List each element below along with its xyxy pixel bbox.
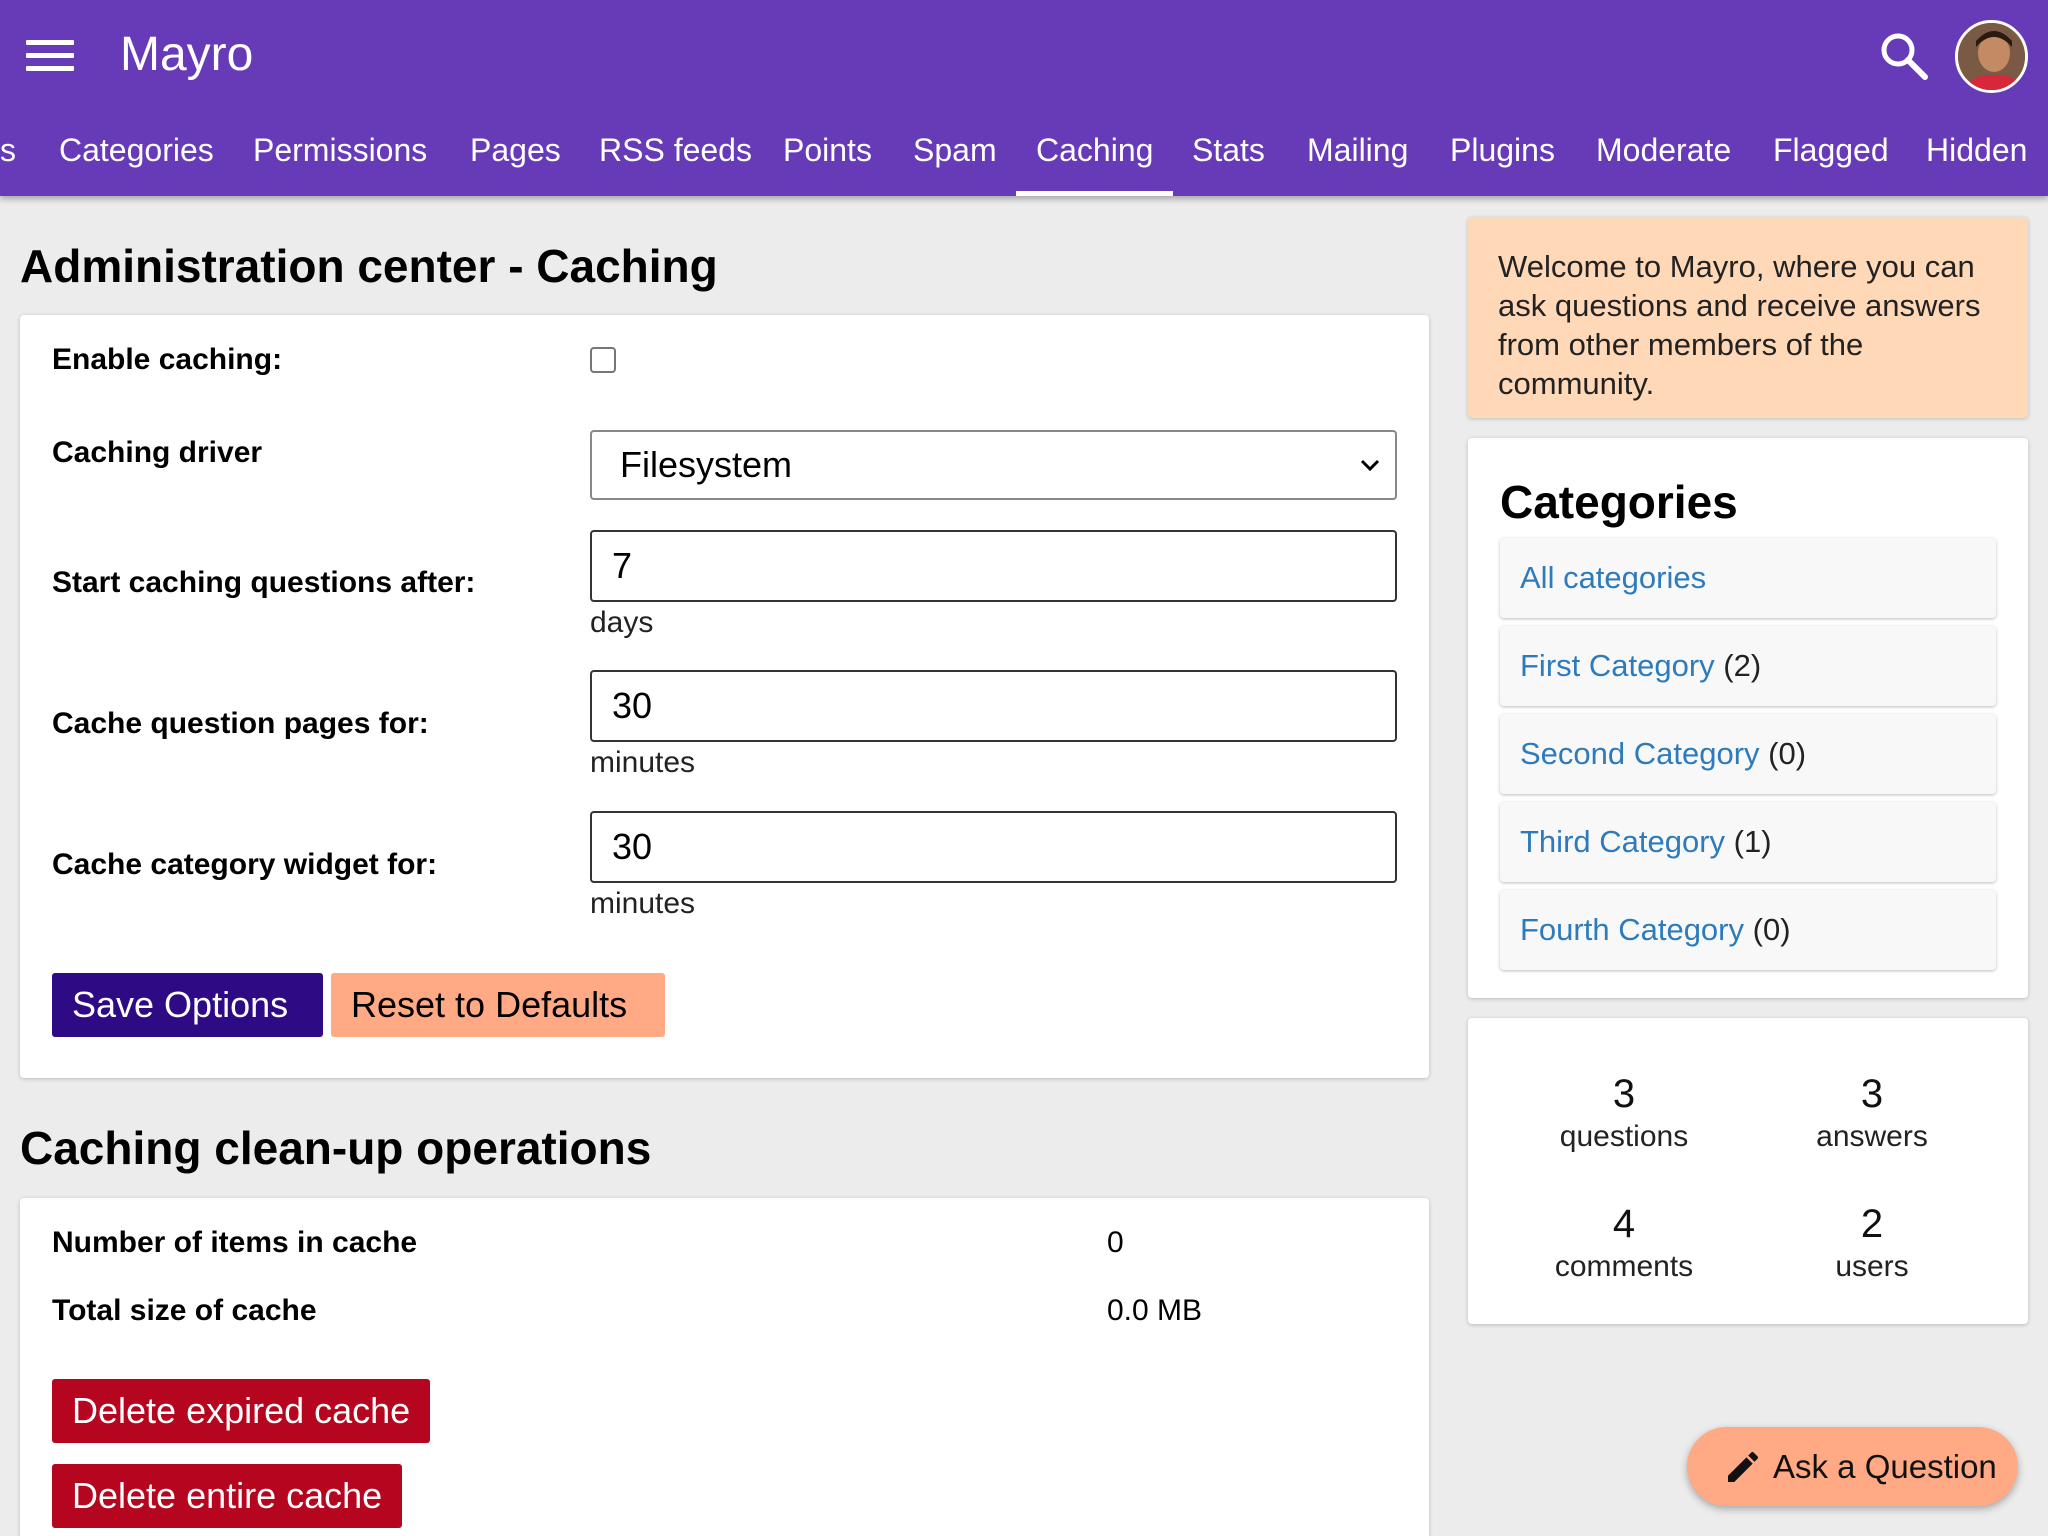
stat-label: comments: [1554, 1250, 1694, 1283]
stat-label: users: [1835, 1250, 1909, 1283]
enable-caching-label: Enable caching:: [52, 343, 283, 376]
category-item-third[interactable]: Third Category (1): [1500, 802, 1996, 882]
stat-value: 4: [1612, 1202, 1636, 1246]
cache-widget-input[interactable]: 30: [590, 811, 1397, 883]
search-icon[interactable]: [1878, 30, 1930, 82]
tab-points[interactable]: Points: [763, 128, 892, 196]
start-caching-unit: days: [590, 606, 654, 639]
ask-question-label: Ask a Question: [1773, 1448, 1997, 1485]
items-in-cache-value: 0: [1107, 1226, 1124, 1259]
category-link[interactable]: Fourth Category: [1520, 912, 1744, 947]
start-caching-input[interactable]: 7: [590, 530, 1397, 602]
cache-widget-unit: minutes: [590, 887, 696, 920]
tab-spam[interactable]: Spam: [893, 128, 1017, 196]
category-count: (0): [1768, 736, 1807, 771]
tab-flagged[interactable]: Flagged: [1753, 128, 1909, 196]
stat-value: 3: [1612, 1072, 1636, 1116]
category-link[interactable]: First Category: [1520, 648, 1715, 683]
cache-pages-label: Cache question pages for:: [52, 707, 429, 740]
admin-nav-tabs: s Categories Permissions Pages RSS feeds…: [0, 128, 2048, 196]
delete-entire-cache-button[interactable]: Delete entire cache: [52, 1464, 403, 1528]
tab-plugins[interactable]: Plugins: [1430, 128, 1575, 196]
cache-size-label: Total size of cache: [52, 1294, 317, 1327]
categories-widget: Categories All categories First Category…: [1468, 438, 2028, 998]
caching-options-form: Enable caching: Caching driver Filesyste…: [20, 315, 1429, 1078]
cache-pages-unit: minutes: [590, 746, 696, 779]
delete-expired-cache-button[interactable]: Delete expired cache: [52, 1379, 431, 1443]
save-options-button[interactable]: Save Options: [52, 973, 323, 1037]
stat-users: 2 users: [1772, 1200, 1972, 1286]
cache-size-value: 0.0 MB: [1107, 1294, 1203, 1327]
cache-pages-input[interactable]: 30: [590, 670, 1397, 742]
cleanup-section-title: Caching clean-up operations: [20, 1122, 652, 1174]
tab-permissions[interactable]: Permissions: [233, 128, 447, 196]
stat-value: 3: [1860, 1072, 1884, 1116]
caching-driver-select[interactable]: Filesystem: [590, 430, 1397, 500]
items-in-cache-label: Number of items in cache: [52, 1226, 418, 1259]
tab-partial[interactable]: s: [0, 128, 36, 196]
stat-comments: 4 comments: [1524, 1200, 1724, 1286]
stat-value: 2: [1860, 1202, 1884, 1246]
category-item-second[interactable]: Second Category (0): [1500, 714, 1996, 794]
enable-caching-checkbox[interactable]: [590, 347, 616, 373]
category-link[interactable]: All categories: [1520, 560, 1706, 595]
caching-driver-label: Caching driver: [52, 436, 263, 469]
category-item-first[interactable]: First Category (2): [1500, 626, 1996, 706]
cache-widget-label: Cache category widget for:: [52, 848, 438, 881]
tab-pages[interactable]: Pages: [450, 128, 581, 196]
category-count: (2): [1723, 648, 1762, 683]
tab-caching[interactable]: Caching: [1016, 128, 1174, 196]
stat-questions: 3 questions: [1524, 1070, 1724, 1156]
site-stats-widget: 3 questions 3 answers 4 comments 2 users: [1468, 1018, 2028, 1324]
tab-moderate[interactable]: Moderate: [1576, 128, 1751, 196]
category-link[interactable]: Second Category: [1520, 736, 1760, 771]
category-count: (1): [1733, 824, 1772, 859]
caching-driver-value: Filesystem: [620, 444, 793, 485]
category-count: (0): [1752, 912, 1791, 947]
user-avatar[interactable]: [1955, 20, 2028, 93]
category-link[interactable]: Third Category: [1520, 824, 1725, 859]
hamburger-menu-icon[interactable]: [26, 40, 74, 72]
tab-hidden[interactable]: Hidden: [1906, 128, 2047, 196]
pencil-icon: [1728, 1451, 1759, 1482]
site-title[interactable]: Mayro: [120, 26, 253, 84]
stat-label: questions: [1559, 1120, 1689, 1153]
stat-label: answers: [1816, 1120, 1928, 1153]
cache-cleanup-panel: Number of items in cache 0 Total size of…: [20, 1198, 1429, 1536]
tab-stats[interactable]: Stats: [1172, 128, 1285, 196]
stat-answers: 3 answers: [1772, 1070, 1972, 1156]
start-caching-label: Start caching questions after:: [52, 566, 476, 599]
reset-defaults-button[interactable]: Reset to Defaults: [331, 973, 665, 1037]
tab-mailing[interactable]: Mailing: [1287, 128, 1428, 196]
tab-categories[interactable]: Categories: [39, 128, 234, 196]
categories-title: Categories: [1500, 476, 1738, 528]
ask-question-button[interactable]: Ask a Question: [1687, 1427, 2018, 1506]
tab-rss-feeds[interactable]: RSS feeds: [579, 128, 772, 196]
category-item-fourth[interactable]: Fourth Category (0): [1500, 890, 1996, 970]
welcome-message: Welcome to Mayro, where you can ask ques…: [1468, 217, 2028, 418]
top-app-bar: Mayro s Categories Permissions Pages RSS…: [0, 0, 2048, 196]
category-item-all[interactable]: All categories: [1500, 538, 1996, 618]
page-title: Administration center - Caching: [20, 240, 718, 292]
chevron-down-icon: [1360, 459, 1380, 472]
